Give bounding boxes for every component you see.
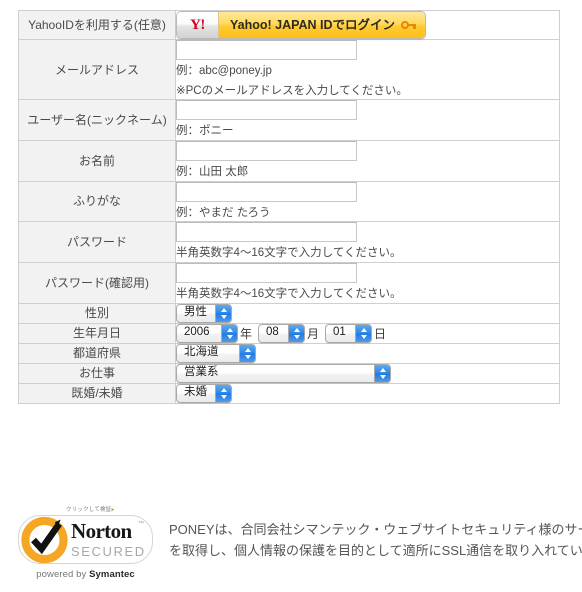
yahoo-button-label: Yahoo! JAPAN IDでログイン <box>230 17 396 32</box>
row-label-marital: 既婚/未婚 <box>18 382 176 404</box>
chevron-updown-icon <box>215 384 231 402</box>
birth-year-value: 2006 <box>184 326 210 339</box>
email-hint-1: 例：abc@poney.jp <box>176 65 272 77</box>
birth-month-unit: 月 <box>307 326 320 341</box>
table-row: 生年月日 2006 年 08 月 01 日 <box>18 322 560 344</box>
furigana-hint: 例：やまだ たろう <box>176 206 271 219</box>
table-row: 既婚/未婚 未婚 <box>18 382 560 404</box>
gender-select-value: 男性 <box>184 306 207 319</box>
password-input[interactable] <box>176 222 357 243</box>
birth-day-value: 01 <box>333 326 346 339</box>
yahoo-logo-text: Y! <box>190 16 205 33</box>
row-value-gender: 男性 <box>175 302 560 324</box>
norton-checkmark-icon <box>21 516 68 563</box>
row-value-password: 半角英数字4〜16文字で入力してください。 <box>175 221 560 264</box>
ssl-description-line-2: を取得し、個人情報の保護を目的として適所にSSL通信を取り入れています。 <box>169 543 582 559</box>
row-value-job: 営業系 <box>175 362 560 384</box>
ssl-description-text: PONEYは、合同会社シマンテック・ウェブサイトセキュリティ様のサーバー証明書 … <box>169 505 582 562</box>
birth-month-value: 08 <box>266 326 279 339</box>
norton-trademark: ™ <box>138 521 144 527</box>
row-label-username: ユーザー名(ニックネーム) <box>18 99 176 142</box>
birth-day-unit: 日 <box>374 326 387 341</box>
row-value-username: 例：ポニー <box>175 99 560 142</box>
birth-year-select[interactable]: 2006 <box>176 323 238 343</box>
norton-word-secondary: SECURED <box>71 544 146 559</box>
password-hint: 半角英数字4〜16文字で入力してください。 <box>176 247 402 260</box>
prefecture-select-value: 北海道 <box>184 346 219 359</box>
table-row: YahooIDを利用する(任意) Y! Yahoo! JAPAN IDでログイン <box>18 10 560 40</box>
row-label-gender: 性別 <box>18 302 176 324</box>
norton-badge-box: Norton SECURED ™ <box>18 515 153 564</box>
norton-secured-badge[interactable]: クリックして検証▸ Norton SECURED ™ powered by Sy… <box>18 505 153 580</box>
email-hint-2: ※PCのメールアドレスを入力してください。 <box>176 84 408 97</box>
row-value-email: 例：abc@poney.jp ※PCのメールアドレスを入力してください。 <box>175 38 560 101</box>
row-value-marital: 未婚 <box>175 382 560 404</box>
yahoo-japan-login-button[interactable]: Y! Yahoo! JAPAN IDでログイン <box>176 11 427 39</box>
gender-select[interactable]: 男性 <box>176 303 232 323</box>
norton-verify-hint-arrow: ▸ <box>111 507 115 513</box>
marital-select[interactable]: 未婚 <box>176 383 232 403</box>
norton-powered-by: powered by Symantec <box>18 569 153 580</box>
chevron-updown-icon <box>288 324 305 342</box>
table-row: パスワード 半角英数字4〜16文字で入力してください。 <box>18 221 560 264</box>
norton-verify-hint-text: クリックして検証 <box>66 507 112 513</box>
row-label-birthday: 生年月日 <box>18 322 176 344</box>
password-confirm-hint: 半角英数字4〜16文字で入力してください。 <box>176 288 402 301</box>
table-row: メールアドレス 例：abc@poney.jp ※PCのメールアドレスを入力してく… <box>18 38 560 101</box>
table-row: 都道府県 北海道 <box>18 342 560 364</box>
chevron-updown-icon <box>374 364 390 382</box>
birth-month-select[interactable]: 08 <box>258 323 306 343</box>
row-label-password: パスワード <box>18 221 176 264</box>
row-value-yahoo-id: Y! Yahoo! JAPAN IDでログイン <box>175 10 560 40</box>
chevron-updown-icon <box>215 304 231 322</box>
fullname-input[interactable] <box>176 141 357 162</box>
chevron-updown-icon <box>239 344 255 362</box>
row-value-password-confirm: 半角英数字4〜16文字で入力してください。 <box>175 262 560 304</box>
username-hint: 例：ポニー <box>176 125 234 138</box>
norton-powered-prefix: powered by <box>36 569 90 580</box>
row-label-fullname: お名前 <box>18 140 176 182</box>
row-label-email: メールアドレス <box>18 38 176 101</box>
table-row: 性別 男性 <box>18 302 560 324</box>
key-icon <box>401 20 417 30</box>
password-confirm-input[interactable] <box>176 263 357 284</box>
table-row: お仕事 営業系 <box>18 362 560 384</box>
row-label-yahoo-id: YahooIDを利用する(任意) <box>18 10 176 40</box>
prefecture-select[interactable]: 北海道 <box>176 343 256 363</box>
fullname-hint: 例：山田 太郎 <box>176 166 249 179</box>
table-row: お名前 例：山田 太郎 <box>18 140 560 182</box>
job-select[interactable]: 営業系 <box>176 363 391 383</box>
row-value-fullname: 例：山田 太郎 <box>175 140 560 182</box>
row-label-job: お仕事 <box>18 362 176 384</box>
birth-year-unit: 年 <box>240 326 253 341</box>
username-input[interactable] <box>176 100 357 121</box>
job-select-value: 営業系 <box>184 366 219 379</box>
norton-word-primary: Norton <box>71 519 132 543</box>
table-row: パスワード(確認用) 半角英数字4〜16文字で入力してください。 <box>18 262 560 304</box>
email-input[interactable] <box>176 40 357 60</box>
norton-verify-hint: クリックして検証▸ <box>66 505 114 513</box>
ssl-certificate-section: クリックして検証▸ Norton SECURED ™ powered by Sy… <box>18 505 582 580</box>
row-label-furigana: ふりがな <box>18 180 176 223</box>
table-row: ふりがな 例：やまだ たろう <box>18 180 560 223</box>
row-value-furigana: 例：やまだ たろう <box>175 180 560 223</box>
row-value-birthday: 2006 年 08 月 01 日 <box>175 322 560 344</box>
ssl-description-line-1: PONEYは、合同会社シマンテック・ウェブサイトセキュリティ様のサーバー証明書 <box>169 522 582 537</box>
row-label-password-confirm: パスワード(確認用) <box>18 262 176 304</box>
table-row: ユーザー名(ニックネーム) 例：ポニー <box>18 99 560 142</box>
yahoo-logo: Y! <box>177 12 219 38</box>
chevron-updown-icon <box>355 324 372 342</box>
norton-wordmark: Norton SECURED <box>71 519 146 559</box>
marital-select-value: 未婚 <box>184 386 207 399</box>
row-value-prefecture: 北海道 <box>175 342 560 364</box>
row-label-prefecture: 都道府県 <box>18 342 176 364</box>
chevron-updown-icon <box>221 324 237 342</box>
birth-day-select[interactable]: 01 <box>325 323 373 343</box>
norton-powered-brand: Symantec <box>89 569 135 580</box>
registration-form-table: YahooIDを利用する(任意) Y! Yahoo! JAPAN IDでログイン <box>18 10 560 404</box>
yahoo-button-main: Yahoo! JAPAN IDでログイン <box>219 12 426 38</box>
furigana-input[interactable] <box>176 181 357 202</box>
